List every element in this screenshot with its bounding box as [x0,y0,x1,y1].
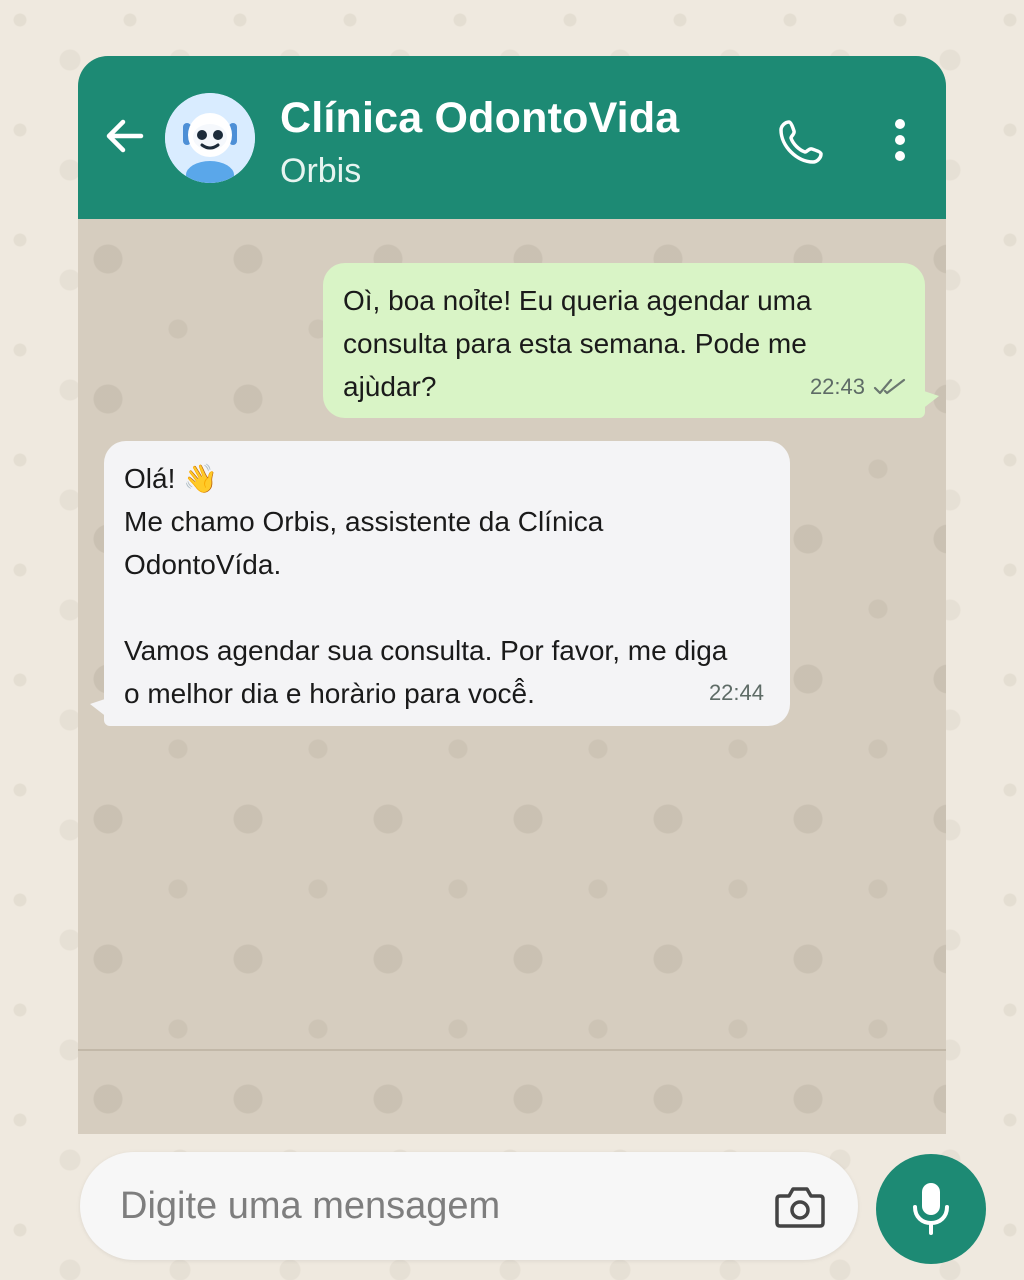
incoming-message[interactable]: Olá! 👋 Me chamo Orbis, assistente da Clí… [90,441,790,726]
more-options-button[interactable] [878,112,922,168]
robot-avatar-icon [165,93,255,183]
back-button[interactable] [100,111,150,161]
call-button[interactable] [773,114,829,170]
bubble-tail [921,390,939,410]
message-time: 22:43 [809,374,865,399]
more-vertical-icon [895,119,905,161]
bubble-tail [90,698,108,718]
chat-header: Clínica OdontoVida Orbis [78,56,946,219]
phone-icon [779,120,823,164]
chat-subtitle: Orbis [280,152,362,190]
message-composer [80,1152,858,1260]
arrow-left-icon [106,119,144,153]
double-check-icon [873,378,906,394]
message-text: Olá! 👋 Me chamo Orbis, assistente da Clí… [124,463,728,709]
avatar[interactable] [165,93,255,183]
chat-title[interactable]: Clínica OdontoVida [280,94,679,143]
microphone-icon [913,1183,949,1235]
message-meta: 22:43 [810,365,907,408]
microphone-button[interactable] [876,1154,986,1264]
camera-button[interactable] [772,1182,828,1232]
message-meta: 22:44 [709,671,764,714]
message-time: 22:44 [708,680,764,705]
message-input[interactable] [120,1174,740,1238]
outgoing-message[interactable]: Oì, boa noỉte! Eu queria agendar uma con… [323,263,939,418]
chat-divider [78,1049,946,1051]
chat-window: Clínica OdontoVida Orbis Oì, boa noỉte! … [78,56,946,1134]
camera-icon [775,1187,825,1228]
